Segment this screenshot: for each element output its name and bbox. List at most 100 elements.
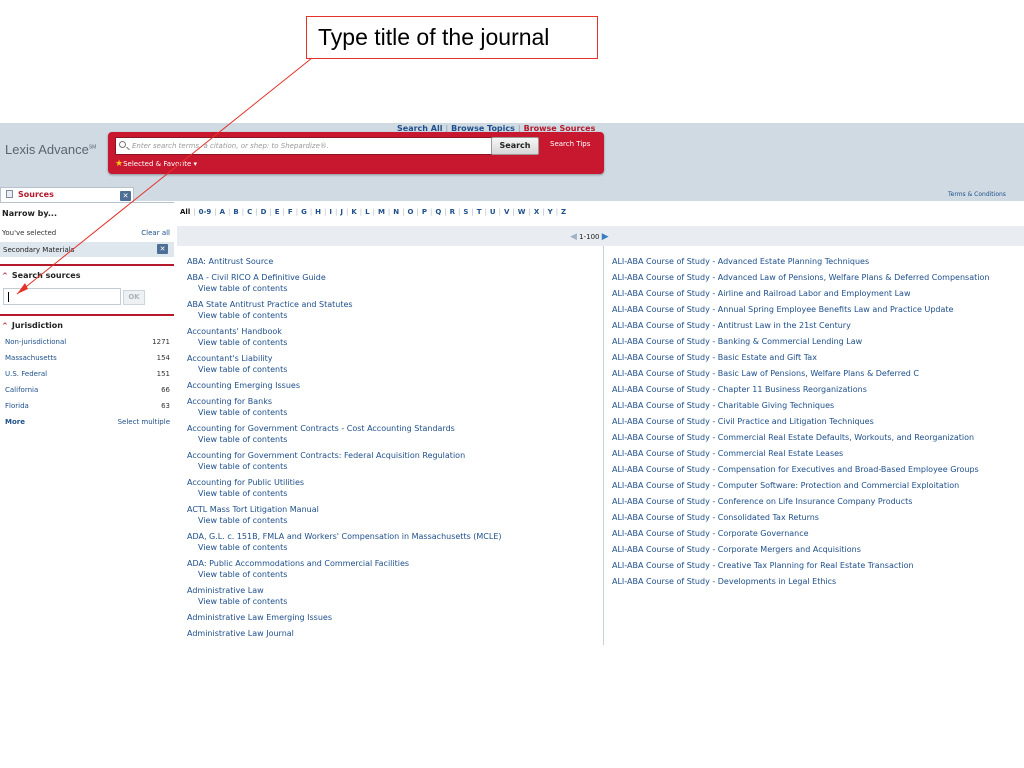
letter-k[interactable]: K	[351, 208, 356, 216]
view-toc-link[interactable]: View table of contents	[187, 310, 597, 321]
previous-page-icon[interactable]: ◀	[570, 232, 577, 242]
source-title-link[interactable]: ALI-ABA Course of Study - Consolidated T…	[612, 513, 819, 522]
view-toc-link[interactable]: View table of contents	[187, 488, 597, 499]
letter-p[interactable]: P	[422, 208, 427, 216]
letter-t[interactable]: T	[477, 208, 482, 216]
jurisdiction-item[interactable]: Non-jurisdictional 1271	[0, 335, 174, 351]
source-title-link[interactable]: ALI-ABA Course of Study - Airline and Ra…	[612, 289, 911, 298]
source-title-link[interactable]: ACTL Mass Tort Litigation Manual	[187, 505, 319, 514]
source-title-link[interactable]: Accountants' Handbook	[187, 327, 282, 336]
letter-d[interactable]: D	[261, 208, 267, 216]
source-title-link[interactable]: ALI-ABA Course of Study - Developments i…	[612, 577, 836, 586]
remove-filter-icon[interactable]: ✕	[157, 244, 168, 254]
selected-favorite-dropdown[interactable]: ★Selected & Favorite ▾	[115, 159, 197, 169]
source-title-link[interactable]: ALI-ABA Course of Study - Banking & Comm…	[612, 337, 862, 346]
view-toc-link[interactable]: View table of contents	[187, 364, 597, 375]
letter-w[interactable]: W	[518, 208, 526, 216]
source-title-link[interactable]: ALI-ABA Course of Study - Basic Law of P…	[612, 369, 919, 378]
letter-g[interactable]: G	[301, 208, 307, 216]
next-page-icon[interactable]: ▶	[602, 232, 609, 242]
letter-m[interactable]: M	[378, 208, 385, 216]
select-multiple-link[interactable]: Select multiple	[118, 418, 170, 426]
source-title-link[interactable]: ALI-ABA Course of Study - Civil Practice…	[612, 417, 874, 426]
view-toc-link[interactable]: View table of contents	[187, 283, 597, 294]
view-toc-link[interactable]: View table of contents	[187, 434, 597, 445]
source-title-link[interactable]: ALI-ABA Course of Study - Annual Spring …	[612, 305, 953, 314]
letter-y[interactable]: Y	[548, 208, 553, 216]
jurisdiction-item[interactable]: California 66	[0, 383, 174, 399]
letter-all[interactable]: All	[180, 208, 190, 216]
source-title-link[interactable]: ADA: Public Accommodations and Commercia…	[187, 559, 409, 568]
source-title-link[interactable]: ALI-ABA Course of Study - Corporate Merg…	[612, 545, 861, 554]
source-title-link[interactable]: Accounting for Banks	[187, 397, 272, 406]
source-title-link[interactable]: Administrative Law Emerging Issues	[187, 613, 332, 622]
source-title-link[interactable]: Accounting for Government Contracts - Co…	[187, 424, 455, 433]
source-title-link[interactable]: ALI-ABA Course of Study - Corporate Gove…	[612, 529, 809, 538]
source-title-link[interactable]: ALI-ABA Course of Study - Advanced Estat…	[612, 257, 869, 266]
letter-0-9[interactable]: 0-9	[199, 208, 212, 216]
letter-i[interactable]: I	[329, 208, 332, 216]
search-sources-input[interactable]	[3, 288, 121, 305]
more-link[interactable]: More	[5, 418, 25, 426]
view-toc-link[interactable]: View table of contents	[187, 461, 597, 472]
source-title-link[interactable]: ALI-ABA Course of Study - Commercial Rea…	[612, 433, 974, 442]
source-title-link[interactable]: Administrative Law	[187, 586, 264, 595]
letter-q[interactable]: Q	[435, 208, 441, 216]
source-title-link[interactable]: ALI-ABA Course of Study - Basic Estate a…	[612, 353, 817, 362]
source-title-link[interactable]: ALI-ABA Course of Study - Chapter 11 Bus…	[612, 385, 867, 394]
tab-sources[interactable]: Sources ✕	[0, 187, 134, 202]
source-title-link[interactable]: Accounting Emerging Issues	[187, 381, 300, 390]
source-title-link[interactable]: ABA - Civil RICO A Definitive Guide	[187, 273, 326, 282]
source-title-link[interactable]: Accounting for Government Contracts: Fed…	[187, 451, 465, 460]
letter-v[interactable]: V	[504, 208, 509, 216]
jurisdiction-heading[interactable]: ^ Jurisdiction	[0, 314, 174, 332]
source-title-link[interactable]: ALI-ABA Course of Study - Compensation f…	[612, 465, 979, 474]
source-title-link[interactable]: ALI-ABA Course of Study - Charitable Giv…	[612, 401, 834, 410]
alphabet-separator: |	[498, 208, 501, 216]
source-title-link[interactable]: ALI-ABA Course of Study - Antitrust Law …	[612, 321, 851, 330]
letter-c[interactable]: C	[247, 208, 252, 216]
view-toc-link[interactable]: View table of contents	[187, 407, 597, 418]
jurisdiction-item[interactable]: Massachusetts 154	[0, 351, 174, 367]
source-title-link[interactable]: ALI-ABA Course of Study - Commercial Rea…	[612, 449, 843, 458]
source-title-link[interactable]: ADA, G.L. c. 151B, FMLA and Workers' Com…	[187, 532, 502, 541]
clear-all-link[interactable]: Clear all	[141, 229, 170, 237]
letter-r[interactable]: R	[450, 208, 455, 216]
source-title-link[interactable]: Accountant's Liability	[187, 354, 273, 363]
source-title-link[interactable]: ABA: Antitrust Source	[187, 257, 273, 266]
search-tips-link[interactable]: Search Tips	[550, 140, 590, 148]
jurisdiction-item[interactable]: U.S. Federal 151	[0, 367, 174, 383]
view-toc-link[interactable]: View table of contents	[187, 515, 597, 526]
letter-f[interactable]: F	[288, 208, 293, 216]
source-title-link[interactable]: ALI-ABA Course of Study - Conference on …	[612, 497, 912, 506]
letter-z[interactable]: Z	[561, 208, 566, 216]
letter-e[interactable]: E	[275, 208, 280, 216]
search-sources-heading[interactable]: ^ Search sources	[0, 264, 174, 282]
source-title-link[interactable]: ALI-ABA Course of Study - Computer Softw…	[612, 481, 959, 490]
source-title-link[interactable]: ABA State Antitrust Practice and Statute…	[187, 300, 353, 309]
jurisdiction-item[interactable]: Florida 63	[0, 399, 174, 415]
letter-a[interactable]: A	[220, 208, 225, 216]
source-title-link[interactable]: Accounting for Public Utilities	[187, 478, 304, 487]
search-button[interactable]: Search	[491, 137, 539, 155]
source-title-link[interactable]: ALI-ABA Course of Study - Advanced Law o…	[612, 273, 989, 282]
terms-conditions-link[interactable]: Terms & Conditions	[948, 191, 1006, 198]
search-input[interactable]: Enter search terms, a citation, or shep:…	[115, 137, 495, 155]
source-title-link[interactable]: Administrative Law Journal	[187, 629, 294, 638]
view-toc-link[interactable]: View table of contents	[187, 596, 597, 607]
ok-button[interactable]: OK	[123, 290, 145, 305]
letter-h[interactable]: H	[315, 208, 321, 216]
close-icon[interactable]: ✕	[120, 191, 131, 201]
view-toc-link[interactable]: View table of contents	[187, 569, 597, 580]
view-toc-link[interactable]: View table of contents	[187, 337, 597, 348]
letter-s[interactable]: S	[463, 208, 468, 216]
letter-x[interactable]: X	[534, 208, 539, 216]
letter-n[interactable]: N	[393, 208, 399, 216]
view-toc-link[interactable]: View table of contents	[187, 542, 597, 553]
letter-b[interactable]: B	[233, 208, 238, 216]
letter-o[interactable]: O	[408, 208, 414, 216]
letter-u[interactable]: U	[490, 208, 496, 216]
letter-j[interactable]: J	[340, 208, 343, 216]
letter-l[interactable]: L	[365, 208, 369, 216]
source-title-link[interactable]: ALI-ABA Course of Study - Creative Tax P…	[612, 561, 914, 570]
